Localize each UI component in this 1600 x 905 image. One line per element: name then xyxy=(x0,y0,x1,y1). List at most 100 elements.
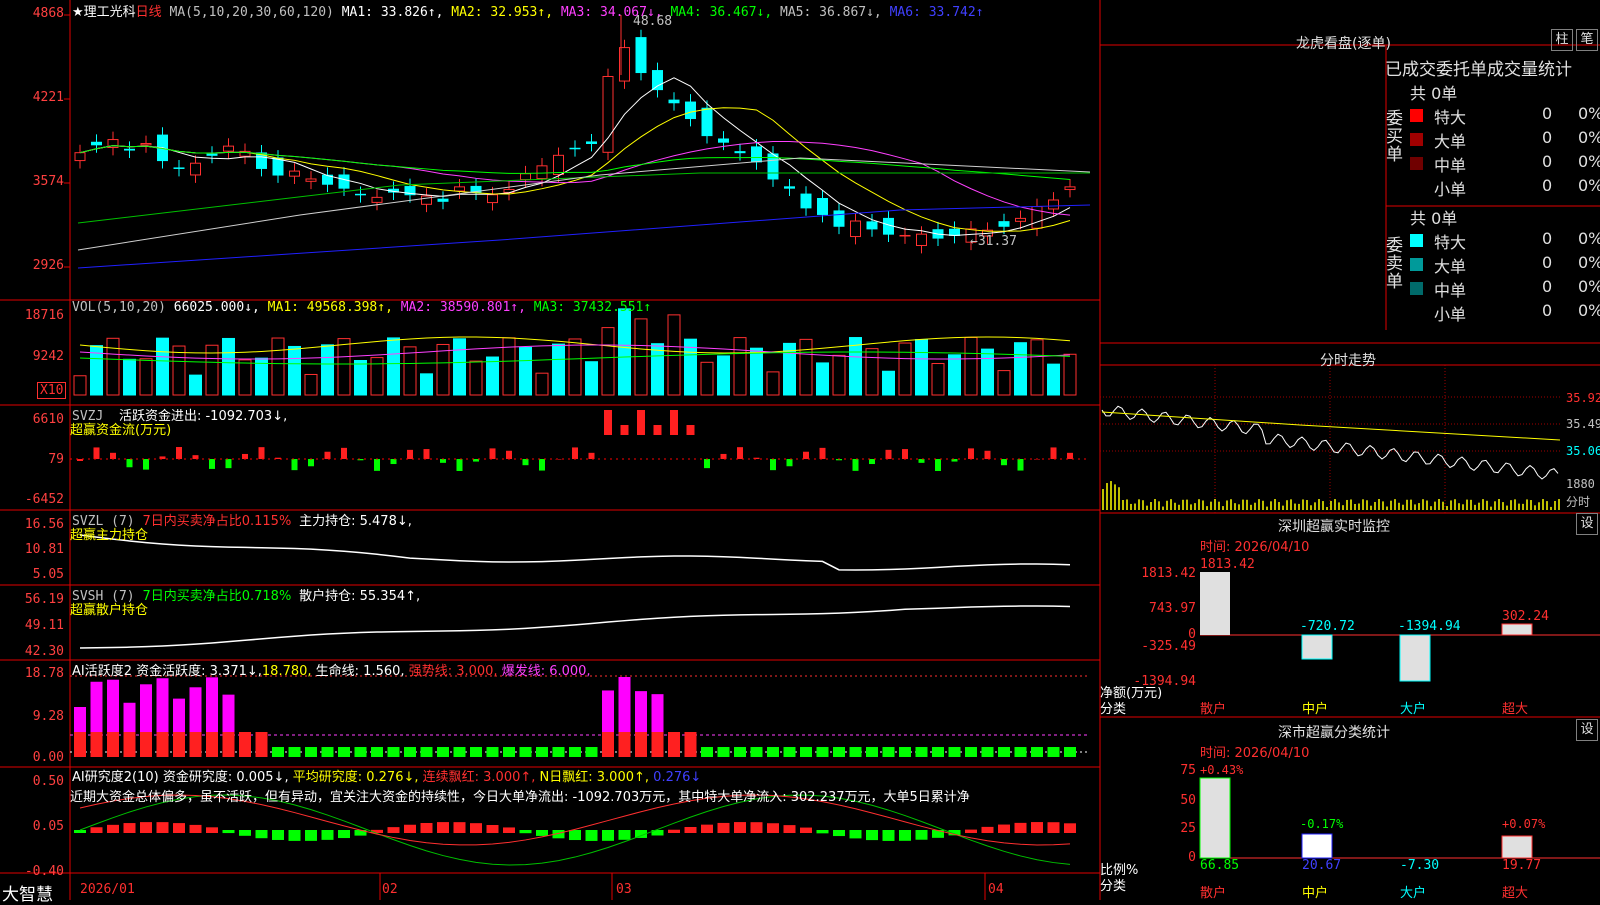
activity-bar xyxy=(618,677,631,732)
candle-body xyxy=(206,153,218,156)
stock-name[interactable]: ★理工光科 xyxy=(72,5,136,20)
fund-bar xyxy=(374,459,380,471)
research-bar xyxy=(305,830,317,841)
sz-bar-category: 超大 xyxy=(1502,702,1529,717)
svsh-axis-label: 42.30 xyxy=(24,644,64,659)
activity-bar xyxy=(602,690,614,732)
activity-bar xyxy=(1031,747,1043,757)
volume-bar xyxy=(172,345,186,396)
volume-bar xyxy=(1063,353,1077,396)
research-bar xyxy=(486,825,499,833)
volume-bar xyxy=(73,375,87,396)
activity-bar xyxy=(1014,747,1027,757)
research-bar xyxy=(915,830,928,840)
activity-bar xyxy=(536,747,548,757)
tick-mode-button[interactable]: 笔 xyxy=(1576,29,1598,51)
intraday-vol-bar xyxy=(1274,499,1276,510)
volume-bar xyxy=(156,337,169,396)
volume-bar xyxy=(106,337,120,396)
buy-row-large[interactable]: 大单00% xyxy=(1410,128,1600,152)
research-bar xyxy=(602,830,614,841)
volume-bar xyxy=(222,337,235,396)
intraday-unit: 分时 xyxy=(1566,495,1591,509)
intraday-vol-bar xyxy=(1322,501,1324,510)
activity-bar xyxy=(816,747,829,757)
fund-bar xyxy=(258,447,265,459)
candle-body xyxy=(833,210,845,227)
research-bar xyxy=(321,830,334,840)
sz-x-unit: 分类 xyxy=(1100,702,1127,717)
activity-bar xyxy=(750,747,763,757)
fund-bar xyxy=(225,459,232,469)
volume-bar xyxy=(750,347,763,396)
volume-bar xyxy=(618,308,631,396)
candle-body xyxy=(74,152,86,162)
fund-bar xyxy=(1067,452,1073,459)
intraday-vol-bar xyxy=(1402,504,1404,510)
intraday-vol-bar xyxy=(1142,500,1144,510)
intraday-vol-bar xyxy=(1414,504,1416,510)
fund-bar xyxy=(902,449,908,459)
sell-row-medium[interactable]: 中单00% xyxy=(1410,277,1600,301)
sz-class-settings-button[interactable]: 设 xyxy=(1576,719,1598,741)
research-bar xyxy=(420,822,433,833)
intraday-vol-bar xyxy=(1366,500,1368,510)
class-bar-value: 66.85 xyxy=(1200,858,1240,873)
activity-bar xyxy=(849,747,862,757)
fund-bar xyxy=(390,459,397,465)
volume-bar xyxy=(288,345,301,396)
ai2-axis-label: 0.50 xyxy=(32,774,64,789)
fund-bar xyxy=(341,447,347,459)
fund-bar xyxy=(324,451,331,459)
intraday-vol-bar xyxy=(1450,500,1452,510)
sz-class-time: 时间: 2026/04/10 xyxy=(1200,746,1310,761)
candle-body xyxy=(866,221,878,230)
fund-bar xyxy=(935,459,941,471)
activity-bar xyxy=(272,747,284,757)
research-bar xyxy=(701,824,713,833)
fund-bar xyxy=(192,455,199,459)
buy-row-xl[interactable]: 特大00% xyxy=(1410,104,1600,128)
fund-bar xyxy=(720,453,727,459)
sz-monitor-settings-button[interactable]: 设 xyxy=(1576,513,1598,535)
sell-row-small[interactable]: 小单00% xyxy=(1410,301,1600,325)
intraday-vol-bar xyxy=(1282,505,1284,510)
intraday-vol-bar xyxy=(1202,500,1204,510)
candle-body xyxy=(272,157,284,176)
bar-mode-button[interactable]: 柱 xyxy=(1551,29,1573,51)
research-bar xyxy=(189,824,202,833)
research-bar xyxy=(156,822,169,833)
net-bar xyxy=(1501,623,1533,636)
buy-row-medium[interactable]: 中单00% xyxy=(1410,152,1600,176)
volume-bar xyxy=(304,373,318,396)
candle-body xyxy=(338,174,350,189)
research-bar xyxy=(668,829,680,833)
intraday-vol-bar xyxy=(1330,501,1332,510)
sz-bar-value: 302.24 xyxy=(1502,609,1549,624)
research-bar xyxy=(387,827,400,833)
time-axis-label: 2026/01 xyxy=(80,882,135,897)
fund-bar xyxy=(1050,447,1057,459)
high-price-label: 48.68 xyxy=(633,14,673,29)
research-bar xyxy=(1014,822,1027,833)
stock-chart-canvas[interactable] xyxy=(0,0,1600,900)
intraday-vol-bar xyxy=(1262,500,1264,510)
activity-bar xyxy=(420,747,433,757)
sell-row-large[interactable]: 大单00% xyxy=(1410,253,1600,277)
period-label[interactable]: 日线 xyxy=(136,5,162,20)
activity-bar xyxy=(800,747,812,757)
intraday-vol-bar xyxy=(1334,499,1336,510)
intraday-vol-bar xyxy=(1358,503,1360,510)
research-bar xyxy=(866,830,878,841)
research-bar xyxy=(404,824,416,833)
intraday-vol-bar xyxy=(1286,500,1288,510)
research-bar xyxy=(783,825,796,833)
sell-row-xl[interactable]: 特大00% xyxy=(1410,229,1600,253)
fund-bar xyxy=(407,449,413,459)
intraday-vol-bar xyxy=(1506,505,1508,510)
class-bar-value: 20.67 xyxy=(1302,858,1342,873)
buy-row-small[interactable]: 小单00% xyxy=(1410,176,1600,200)
fund-bar xyxy=(803,451,809,459)
intraday-vol-bar xyxy=(1242,499,1244,510)
activity-bar xyxy=(90,732,103,757)
